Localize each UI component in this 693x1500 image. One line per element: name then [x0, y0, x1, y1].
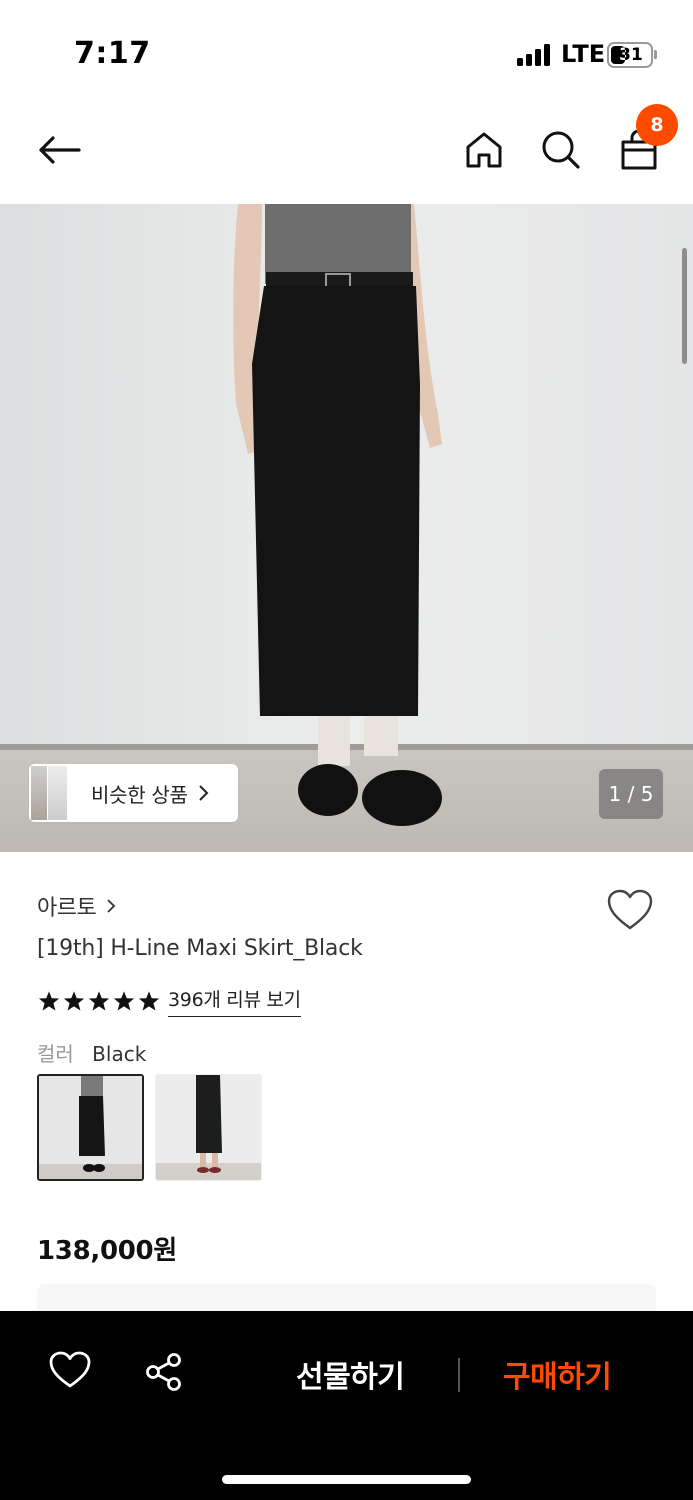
star-icon	[113, 991, 135, 1011]
search-button[interactable]	[533, 122, 589, 178]
battery-icon: 31	[607, 42, 657, 68]
similar-products-thumbnails	[29, 764, 67, 822]
buy-button[interactable]: 구매하기	[503, 1352, 612, 1396]
product-price: 138,000원	[37, 1236, 177, 1266]
top-nav-bar	[0, 100, 693, 204]
chevron-right-icon	[107, 899, 116, 913]
color-label: 컬러	[37, 1042, 74, 1066]
share-button[interactable]	[144, 1352, 188, 1396]
battery-level: 31	[619, 45, 643, 65]
cart-count-badge: 8	[636, 104, 678, 146]
like-button[interactable]	[48, 1350, 94, 1396]
heart-icon	[49, 1351, 91, 1388]
signal-icon	[517, 44, 555, 66]
star-icon	[38, 991, 60, 1011]
arrow-left-icon	[39, 136, 81, 164]
thumbnail-image	[39, 1076, 142, 1179]
share-icon	[146, 1353, 181, 1391]
star-icon	[63, 991, 85, 1011]
color-selection: 컬러 Black	[37, 1038, 146, 1067]
bottom-action-bar	[0, 1311, 693, 1500]
selected-color: Black	[92, 1042, 147, 1066]
scrollbar[interactable]	[682, 248, 687, 364]
brand-link[interactable]: 아르토	[37, 890, 116, 922]
status-time: 7:17	[74, 36, 151, 71]
rating-row: 396개 리뷰 보기	[38, 985, 301, 1017]
product-title: [19th] H-Line Maxi Skirt_Black	[37, 936, 363, 961]
color-option-thumbnail[interactable]	[155, 1074, 262, 1181]
network-label: LTE	[561, 40, 606, 68]
back-button[interactable]	[31, 122, 87, 178]
rating-stars	[38, 990, 160, 1012]
search-icon	[542, 131, 580, 169]
home-button[interactable]	[456, 122, 512, 178]
star-icon	[138, 991, 160, 1011]
home-icon	[466, 132, 502, 168]
similar-products-label: 비슷한 상품	[91, 782, 188, 807]
brand-name: 아르토	[37, 896, 97, 921]
wishlist-button[interactable]	[606, 888, 654, 934]
gift-button[interactable]: 선물하기	[296, 1352, 405, 1396]
reviews-link[interactable]: 396개 리뷰 보기	[168, 985, 301, 1017]
product-photo	[0, 204, 693, 852]
image-page-indicator: 1 / 5	[599, 769, 663, 819]
status-bar: 7:17 LTE 31	[0, 0, 693, 100]
chevron-right-icon	[198, 785, 208, 801]
home-indicator[interactable]	[222, 1475, 471, 1484]
product-image-carousel[interactable]	[0, 204, 693, 852]
star-icon	[88, 991, 110, 1011]
color-option-thumbnail[interactable]	[37, 1074, 144, 1181]
thumbnail-image	[156, 1075, 261, 1180]
heart-icon	[607, 889, 653, 930]
similar-products-button[interactable]: 비슷한 상품	[29, 764, 238, 822]
divider	[458, 1358, 460, 1392]
